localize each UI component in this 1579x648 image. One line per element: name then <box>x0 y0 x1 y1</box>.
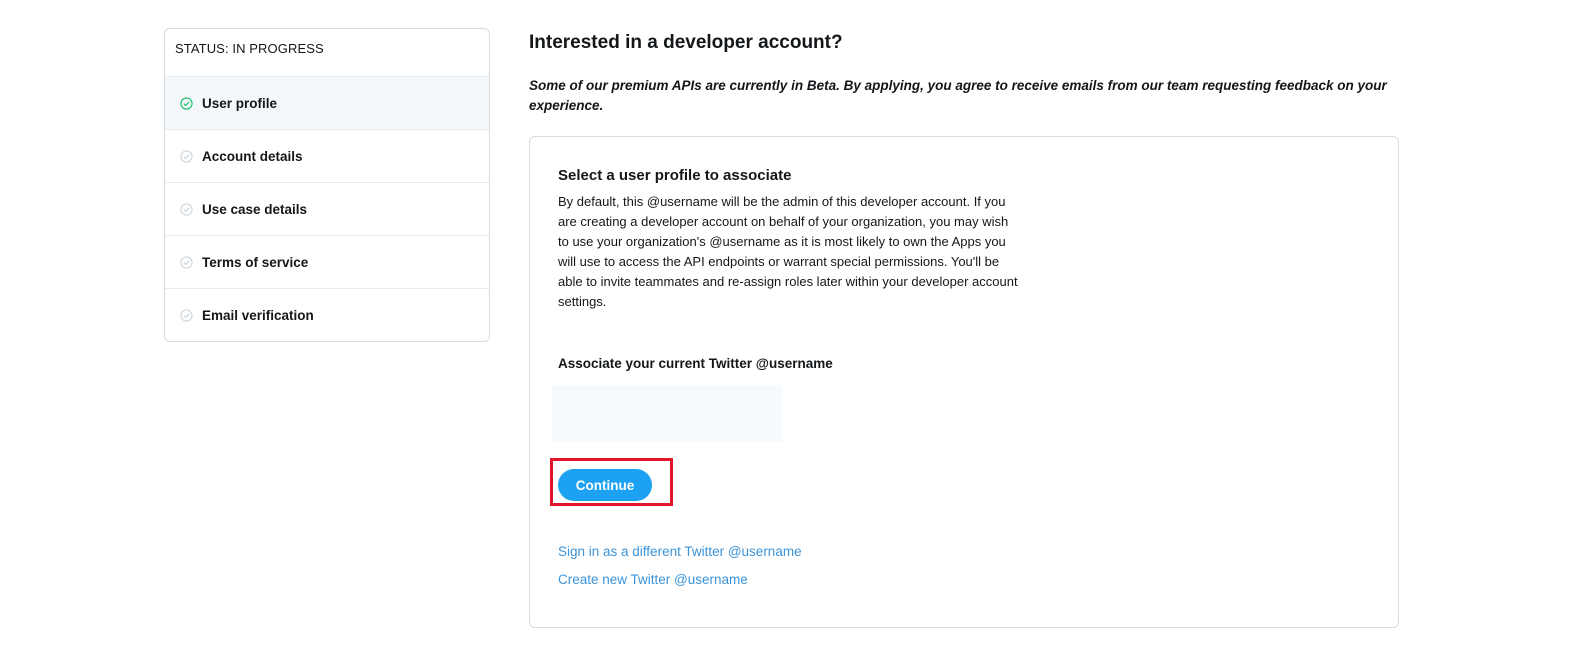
user-profile-card: Select a user profile to associate By de… <box>529 136 1399 628</box>
page: STATUS: IN PROGRESS User profile Account… <box>0 0 1579 648</box>
beta-note: Some of our premium APIs are currently i… <box>529 78 1387 113</box>
progress-sidebar: STATUS: IN PROGRESS User profile Account… <box>164 28 490 342</box>
associate-label: Associate your current Twitter @username <box>558 356 833 371</box>
main-content: Interested in a developer account? Some … <box>529 28 1399 628</box>
check-circle-outline-icon <box>180 149 193 163</box>
page-title: Interested in a developer account? <box>529 32 843 53</box>
sidebar-item-label: User profile <box>202 95 278 111</box>
sidebar-item-label: Terms of service <box>202 254 309 270</box>
sidebar-item-terms-of-service[interactable]: Terms of service <box>165 236 489 289</box>
sidebar-item-use-case-details[interactable]: Use case details <box>165 183 489 236</box>
check-circle-icon <box>180 96 193 110</box>
sidebar-item-email-verification[interactable]: Email verification <box>165 289 489 341</box>
sidebar-item-user-profile[interactable]: User profile <box>165 77 489 130</box>
sidebar-item-account-details[interactable]: Account details <box>165 130 489 183</box>
sidebar-item-label: Use case details <box>202 201 308 217</box>
check-circle-outline-icon <box>180 308 193 322</box>
check-circle-outline-icon <box>180 255 193 269</box>
current-profile-box[interactable] <box>552 385 782 442</box>
sidebar-item-label: Account details <box>202 148 303 164</box>
card-intro: Select a user profile to associate By de… <box>558 167 1018 312</box>
card-description: By default, this @username will be the a… <box>558 194 1018 309</box>
continue-button[interactable]: Continue <box>558 469 652 501</box>
check-circle-outline-icon <box>180 202 193 216</box>
card-heading: Select a user profile to associate <box>558 167 792 184</box>
sign-in-different-user-link[interactable]: Sign in as a different Twitter @username <box>558 544 802 559</box>
sidebar-item-label: Email verification <box>202 307 314 323</box>
create-new-user-link[interactable]: Create new Twitter @username <box>558 572 748 587</box>
status-label: STATUS: IN PROGRESS <box>165 29 489 77</box>
